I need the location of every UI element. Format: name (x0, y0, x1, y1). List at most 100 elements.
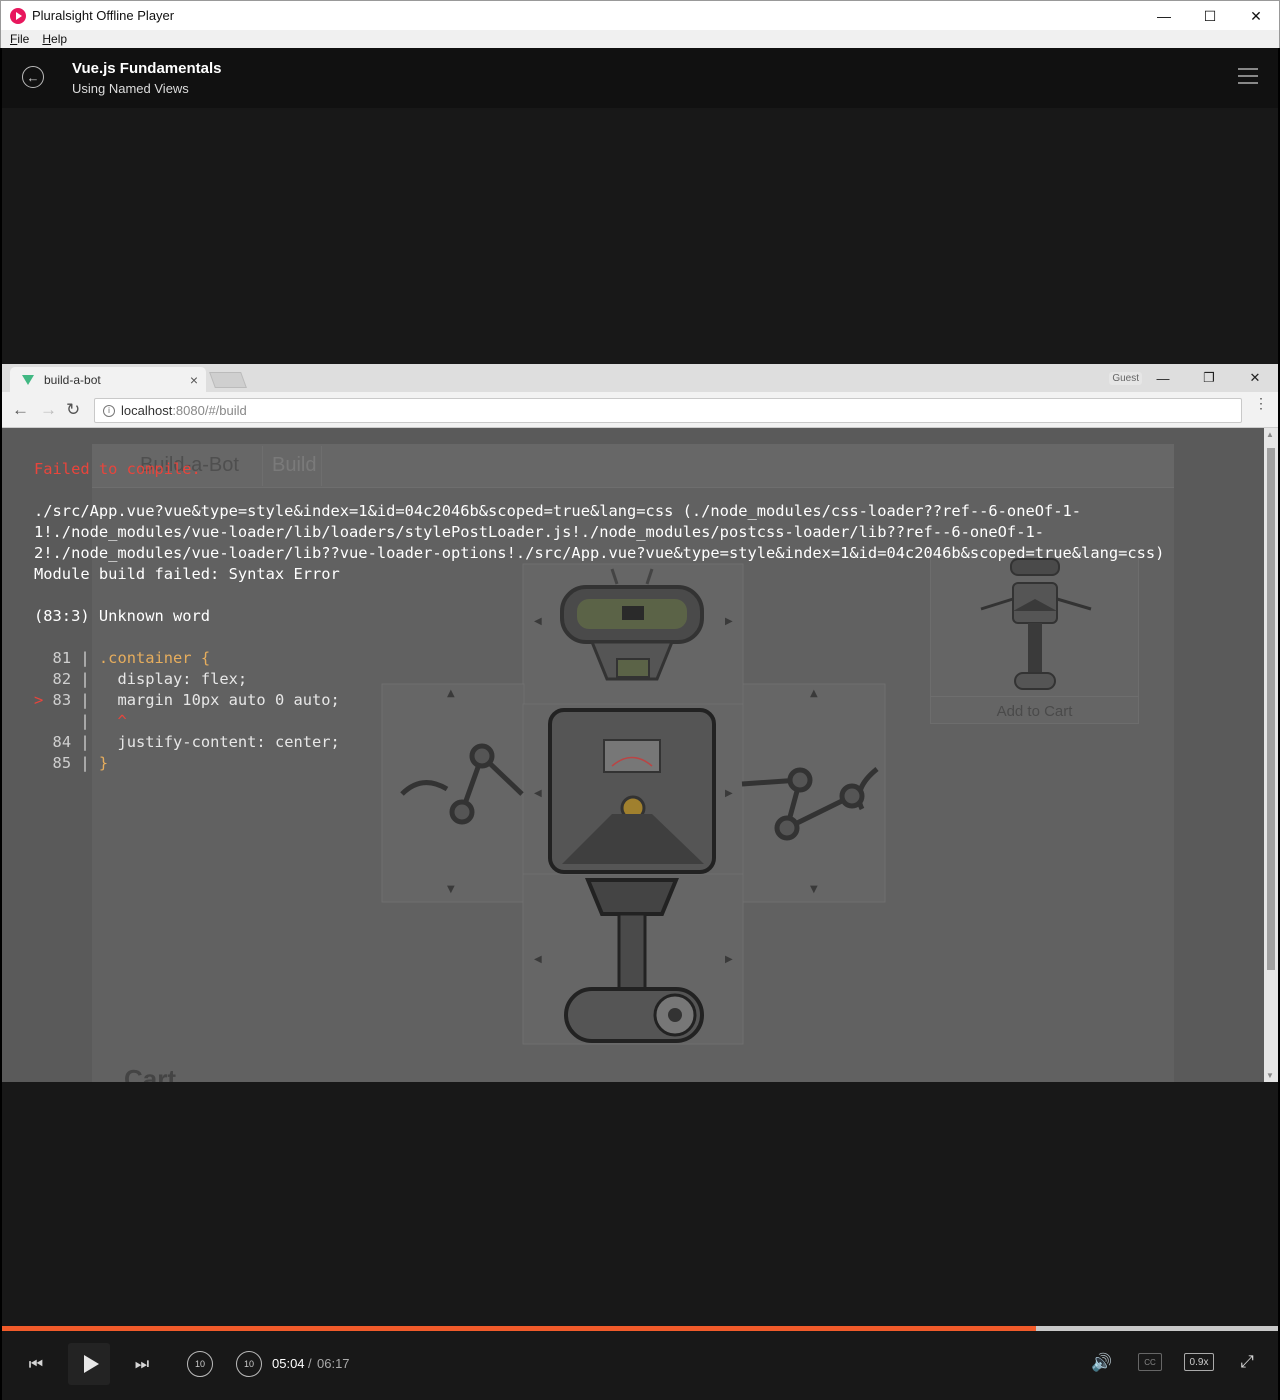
fullscreen-button[interactable]: ⤢ (1236, 1351, 1258, 1373)
scroll-up-icon: ▲ (1266, 430, 1274, 439)
close-button[interactable]: ✕ (1233, 1, 1279, 31)
browser-menu-icon: ⋮ (1254, 395, 1268, 411)
code-line-text: margin 10px auto 0 auto; (98, 691, 340, 709)
info-icon: i (103, 404, 115, 417)
time-separator: / (308, 1356, 312, 1371)
error-path-line-3: 2!./node_modules/vue-loader/lib??vue-loa… (34, 544, 1165, 562)
code-line-text: display: flex; (98, 670, 248, 688)
url-path: :8080/#/build (172, 403, 247, 418)
code-line-text: justify-content: center; (98, 733, 340, 751)
code-line: 84 | justify-content: center; (34, 733, 340, 751)
hamburger-icon (1238, 68, 1258, 70)
back-arrow-icon: ← (26, 69, 40, 85)
speaker-icon: 🔊 (1091, 1353, 1113, 1372)
code-line: 85 | } (34, 754, 109, 772)
menu-help[interactable]: Help (42, 32, 67, 46)
play-button[interactable] (68, 1343, 110, 1385)
previous-clip-button[interactable]: ⏮ (24, 1353, 48, 1377)
app-titlebar: Pluralsight Offline Player — ☐ ✕ (0, 0, 1280, 30)
minimize-button[interactable]: — (1141, 1, 1187, 31)
playback-speed-button[interactable]: 0.9x (1184, 1353, 1214, 1371)
code-gutter: | (71, 691, 99, 709)
browser-tab-strip: build-a-bot × Guest — ❐ ✕ (2, 364, 1278, 392)
code-line: > 83 | margin 10px auto 0 auto; (34, 691, 340, 709)
cc-icon: CC (1144, 1357, 1156, 1367)
web-page: Build-a-Bot Build ◀ ▶ ▲ ▼ ▲ ▼ ◀ ▶ ◀ ▶ Ad… (2, 428, 1264, 1082)
window-controls: — ☐ ✕ (1141, 1, 1279, 31)
browser-minimize-icon: — (1156, 370, 1170, 386)
code-gutter: | (71, 649, 99, 667)
player-header: ← Vue.js Fundamentals Using Named Views (2, 48, 1278, 108)
rewind-10-button[interactable]: 10 (187, 1351, 213, 1377)
playback-speed-label: 0.9x (1189, 1356, 1209, 1368)
next-clip-button[interactable]: ⏭ (130, 1353, 154, 1377)
skip-forward-icon: ⏭ (134, 1356, 150, 1373)
fullscreen-icon: ⤢ (1240, 1352, 1254, 1371)
scroll-thumb (1267, 448, 1275, 970)
player: ← Vue.js Fundamentals Using Named Views … (0, 48, 1280, 1400)
code-line-marker (34, 733, 53, 751)
time-total: 06:17 (317, 1356, 350, 1371)
code-line-number: 84 (52, 733, 72, 751)
vue-logo-icon (22, 374, 34, 385)
error-path-line-1: ./src/App.vue?vue&type=style&index=1&id=… (34, 502, 1082, 520)
forward-10-icon: 10 (243, 1359, 254, 1369)
code-line-text: ^ (98, 712, 127, 730)
code-line-text: } (98, 754, 109, 772)
browser-restore-icon: ❐ (1203, 370, 1215, 385)
code-line-text: .container { (98, 649, 211, 667)
new-tab-button (209, 372, 247, 388)
code-line-number (53, 712, 72, 730)
code-line-marker: > (34, 691, 53, 709)
browser-forward-icon: → (40, 400, 57, 419)
video-frame[interactable]: build-a-bot × Guest — ❐ ✕ ← → ↻ i localh… (2, 364, 1278, 1082)
browser-tab-title: build-a-bot (44, 372, 101, 387)
skip-back-icon: ⏮ (28, 1356, 44, 1373)
volume-button[interactable]: 🔊 (1090, 1351, 1114, 1375)
code-line-marker (34, 712, 53, 730)
browser-back-icon: ← (12, 400, 29, 419)
error-path-line-2: 1!./node_modules/vue-loader/lib/loaders/… (34, 523, 1044, 541)
app-title: Pluralsight Offline Player (32, 8, 175, 23)
rewind-10-icon: 10 (194, 1359, 205, 1369)
error-title: Failed to compile. (34, 460, 201, 478)
course-title: Vue.js Fundamentals (72, 60, 222, 77)
table-of-contents-button[interactable] (1238, 68, 1258, 84)
code-line: 81 | .container { (34, 649, 211, 667)
back-button[interactable]: ← (22, 66, 44, 88)
code-line-number: 85 (52, 754, 72, 772)
url-host: localhost (121, 403, 173, 418)
compile-error-overlay: Failed to compile. ./src/App.vue?vue&typ… (2, 428, 1264, 1082)
browser-scrollbar: ▲ ▼ (1264, 428, 1278, 1082)
code-line-number: 83 (52, 691, 72, 709)
time-current: 05:04 (272, 1356, 305, 1371)
browser-close-icon: ✕ (1249, 370, 1261, 385)
code-line-number: 82 (52, 670, 72, 688)
pluralsight-logo-icon (10, 7, 26, 24)
menu-bar: File Help (0, 30, 1280, 48)
error-unknown-word: (83:3) Unknown word (34, 607, 211, 625)
code-line-marker (34, 649, 53, 667)
clip-title: Using Named Views (72, 81, 189, 96)
browser-tab: build-a-bot × (10, 367, 206, 392)
code-gutter: | (71, 712, 99, 730)
scroll-down-icon: ▼ (1266, 1071, 1274, 1080)
browser-window-controls: — ❐ ✕ (1140, 364, 1278, 392)
closed-captions-button[interactable]: CC (1138, 1353, 1162, 1371)
code-gutter: | (71, 754, 99, 772)
code-line-marker (34, 670, 53, 688)
error-module-failed: Module build failed: Syntax Error (34, 565, 340, 583)
code-line-marker (34, 754, 53, 772)
menu-file[interactable]: File (10, 32, 29, 46)
player-controls: ⏮ ⏭ 10 10 05:04 / 06:17 🔊 CC 0.9x ⤢ (2, 1331, 1278, 1400)
code-line: 82 | display: flex; (34, 670, 248, 688)
tab-close-icon: × (189, 371, 198, 388)
code-gutter: | (71, 733, 99, 751)
address-bar: i localhost:8080/#/build (94, 398, 1242, 423)
guest-badge: Guest (1109, 372, 1142, 385)
browser-toolbar: ← → ↻ i localhost:8080/#/build ⋮ (2, 392, 1278, 428)
maximize-button[interactable]: ☐ (1187, 1, 1233, 31)
browser-reload-icon: ↻ (66, 400, 81, 419)
code-line: | ^ (34, 712, 127, 730)
forward-10-button[interactable]: 10 (236, 1351, 262, 1377)
